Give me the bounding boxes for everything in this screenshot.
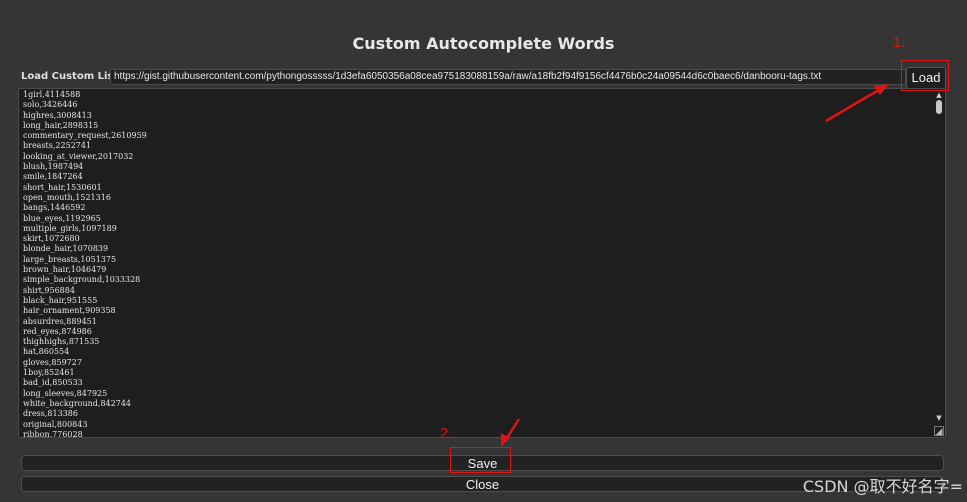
- arrow-to-load: [825, 86, 883, 123]
- arrow-to-load-head: [874, 84, 889, 95]
- csdn-watermark: CSDN @取不好名字=: [802, 477, 963, 496]
- annotation-arrows: [501, 84, 889, 447]
